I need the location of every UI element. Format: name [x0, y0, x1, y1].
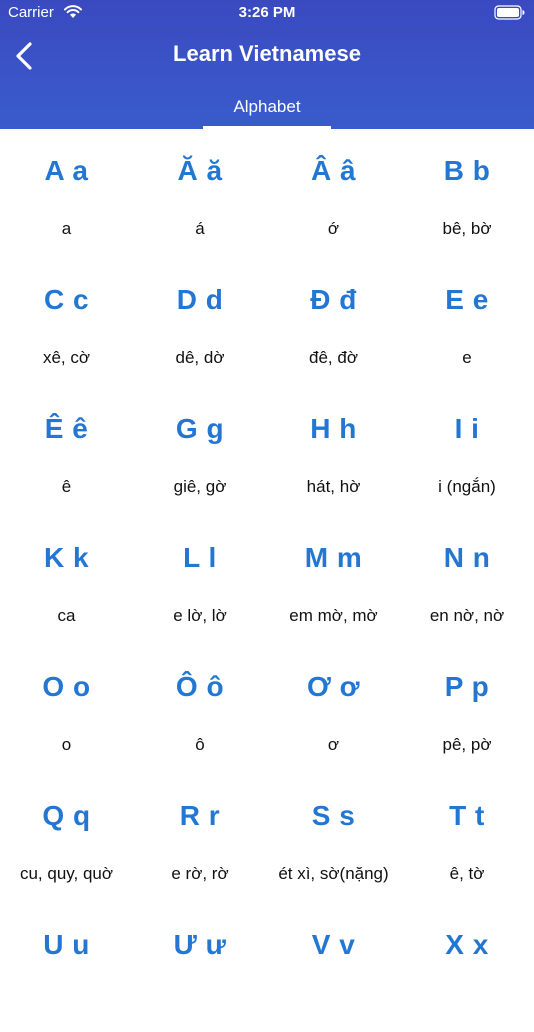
- page-title: Learn Vietnamese: [173, 41, 361, 66]
- letter-cell[interactable]: M m em mờ, mờ: [267, 516, 400, 645]
- letter-cell[interactable]: Â â ớ: [267, 129, 400, 258]
- letter-cell[interactable]: Ư ư: [134, 903, 267, 1032]
- letter-glyph: K k: [43, 542, 90, 573]
- letter-pronunciation: en nờ, nờ: [429, 606, 505, 625]
- letter-glyph: D d: [176, 284, 224, 315]
- letter-pronunciation: e rờ, rờ: [171, 864, 229, 883]
- letter-pronunciation: em mờ, mờ: [289, 606, 378, 625]
- letter-glyph: I i: [454, 413, 480, 444]
- letter-glyph: O o: [42, 671, 91, 702]
- letter-glyph: R r: [179, 800, 221, 831]
- letter-cell[interactable]: C c xê, cờ: [0, 258, 133, 387]
- letter-glyph: T t: [449, 800, 485, 831]
- letter-glyph: A a: [44, 155, 89, 186]
- letter-cell[interactable]: X x: [401, 903, 534, 1032]
- letter-pronunciation: đê, đờ: [309, 348, 358, 367]
- navigation-bar: Learn Vietnamese: [0, 26, 534, 86]
- letter-glyph: Q q: [42, 800, 91, 831]
- letter-pronunciation: xê, cờ: [42, 348, 91, 367]
- letter-glyph: L l: [183, 542, 217, 573]
- letter-glyph: P p: [444, 671, 490, 702]
- letter-cell[interactable]: Ă ă á: [134, 129, 267, 258]
- letter-pronunciation: ơ: [327, 735, 340, 754]
- letter-cell[interactable]: T t ê, tờ: [401, 774, 534, 903]
- status-bar: Carrier 3:26 PM: [0, 0, 534, 26]
- letter-pronunciation: ca: [57, 606, 76, 625]
- letter-pronunciation: á: [195, 219, 205, 238]
- tab-label: Alphabet: [233, 97, 301, 116]
- letter-glyph: Ă ă: [177, 155, 223, 186]
- letter-cell[interactable]: L l e lờ, lờ: [134, 516, 267, 645]
- letter-glyph: C c: [43, 284, 90, 315]
- letter-cell[interactable]: Q q cu, quy, quờ: [0, 774, 133, 903]
- letter-pronunciation: ô: [195, 735, 205, 754]
- letter-glyph: B b: [443, 155, 491, 186]
- letter-pronunciation: hát, hờ: [306, 477, 361, 496]
- letter-pronunciation: bê, bờ: [442, 219, 492, 238]
- letter-pronunciation: giê, gờ: [173, 477, 227, 496]
- letter-cell[interactable]: U u: [0, 903, 133, 1032]
- letter-cell[interactable]: A a a: [0, 129, 133, 258]
- letter-pronunciation: i (ngắn): [438, 477, 496, 496]
- letter-pronunciation: dê, dờ: [175, 348, 225, 367]
- letter-glyph: Ê ê: [44, 413, 89, 444]
- letter-cell[interactable]: E e e: [401, 258, 534, 387]
- letter-glyph: Ư ư: [173, 929, 227, 960]
- letter-cell[interactable]: D d dê, dờ: [134, 258, 267, 387]
- letter-cell[interactable]: Ô ô ô: [134, 645, 267, 774]
- tab-alphabet[interactable]: Alphabet: [203, 96, 331, 129]
- letter-pronunciation: e lờ, lờ: [173, 606, 227, 625]
- letter-glyph: S s: [311, 800, 356, 831]
- letter-pronunciation: ê, tờ: [449, 864, 485, 883]
- letter-cell[interactable]: O o o: [0, 645, 133, 774]
- app-header: Carrier 3:26 PM Learn Vietnamese Alphabe…: [0, 0, 534, 129]
- letter-glyph: Đ đ: [310, 284, 357, 315]
- letter-glyph: V v: [311, 929, 356, 960]
- letter-cell[interactable]: V v: [267, 903, 400, 1032]
- letter-pronunciation: pê, pờ: [442, 735, 492, 754]
- letter-pronunciation: a: [61, 219, 72, 238]
- letter-pronunciation: ét xì, sờ(nặng): [278, 864, 389, 883]
- letter-glyph: Ơ ơ: [306, 671, 361, 702]
- letter-glyph: E e: [445, 284, 489, 315]
- letter-cell[interactable]: R r e rờ, rờ: [134, 774, 267, 903]
- letter-cell[interactable]: S s ét xì, sờ(nặng): [267, 774, 400, 903]
- letter-pronunciation: cu, quy, quờ: [19, 864, 114, 883]
- letter-glyph: G g: [175, 413, 225, 444]
- letter-glyph: N n: [443, 542, 491, 573]
- letter-glyph: M m: [304, 542, 363, 573]
- letter-glyph: X x: [445, 929, 489, 960]
- letter-glyph: Â â: [310, 155, 357, 186]
- letter-cell[interactable]: I i i (ngắn): [401, 387, 534, 516]
- letter-cell[interactable]: Đ đ đê, đờ: [267, 258, 400, 387]
- letter-pronunciation: o: [61, 735, 72, 754]
- status-time: 3:26 PM: [238, 4, 296, 21]
- letter-cell[interactable]: K k ca: [0, 516, 133, 645]
- letter-glyph: U u: [43, 929, 90, 960]
- battery-icon: [494, 5, 525, 20]
- letter-cell[interactable]: Ê ê ê: [0, 387, 133, 516]
- letter-cell[interactable]: N n en nờ, nờ: [401, 516, 534, 645]
- letter-cell[interactable]: H h hát, hờ: [267, 387, 400, 516]
- letter-cell[interactable]: P p pê, pờ: [401, 645, 534, 774]
- letter-glyph: H h: [310, 413, 357, 444]
- letter-cell[interactable]: B b bê, bờ: [401, 129, 534, 258]
- letter-cell[interactable]: Ơ ơ ơ: [267, 645, 400, 774]
- letter-cell[interactable]: G g giê, gờ: [134, 387, 267, 516]
- letter-pronunciation: ê: [61, 477, 72, 496]
- letter-pronunciation: e: [462, 348, 472, 367]
- letter-glyph: Ô ô: [175, 671, 225, 702]
- letter-pronunciation: ớ: [327, 219, 340, 238]
